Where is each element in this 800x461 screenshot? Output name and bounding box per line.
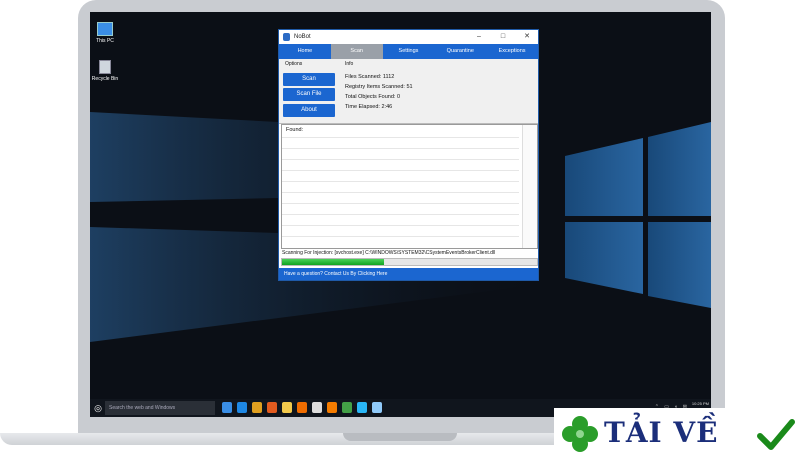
progress-fill <box>282 259 384 265</box>
taive-logo: TẢI VỀ <box>554 408 800 461</box>
scan-panel: Options Info Scan Scan File About Files … <box>279 59 538 124</box>
clover-icon <box>562 416 598 452</box>
scan-status-text: Scanning For Injection: [svchost.exe] C:… <box>282 250 496 256</box>
task-view-icon[interactable] <box>222 402 232 413</box>
recycle-bin-icon <box>99 60 111 74</box>
desktop-icon-label: This PC <box>96 38 114 44</box>
maximize-button[interactable]: □ <box>492 30 514 44</box>
vlc-icon[interactable] <box>327 402 337 413</box>
tab-bar: Home Scan Settings Quarantine Exceptions <box>279 44 538 59</box>
desktop-screen: This PC Recycle Bin ◎ Search the web and… <box>90 12 711 417</box>
spotify-icon[interactable] <box>342 402 352 413</box>
checkmark-icon <box>757 419 795 450</box>
file-explorer-icon[interactable] <box>282 402 292 413</box>
nobot-window: NoBot – □ ✕ Home Scan Settings Quarantin… <box>278 29 539 281</box>
desktop-icon-recycle-bin[interactable]: Recycle Bin <box>90 60 120 82</box>
close-button[interactable]: ✕ <box>516 30 538 44</box>
contact-link[interactable]: Have a question? Contact Us By Clicking … <box>279 268 538 280</box>
scan-button[interactable]: Scan <box>283 73 335 86</box>
taskbar-search-input[interactable]: Search the web and Windows <box>105 401 215 415</box>
tab-settings[interactable]: Settings <box>383 44 435 59</box>
logo-text: TẢI VỀ <box>604 416 719 449</box>
tab-exceptions[interactable]: Exceptions <box>486 44 538 59</box>
time-elapsed: Time Elapsed: 2:46 <box>345 104 393 110</box>
info-label: Info <box>345 61 354 67</box>
tab-home[interactable]: Home <box>279 44 331 59</box>
tab-scan[interactable]: Scan <box>330 44 383 59</box>
tab-quarantine[interactable]: Quarantine <box>434 44 486 59</box>
files-scanned: Files Scanned: 1112 <box>345 74 395 80</box>
app-icon[interactable] <box>297 402 307 413</box>
options-label: Options <box>285 61 303 67</box>
nobot-logo-icon <box>283 33 290 41</box>
total-objects-found: Total Objects Found: 0 <box>345 94 401 100</box>
title-bar[interactable]: NoBot – □ ✕ <box>279 30 538 44</box>
registry-items-scanned: Registry Items Scanned: 51 <box>345 84 413 90</box>
scan-progress-bar <box>281 258 538 266</box>
nobot-taskbar-icon[interactable] <box>357 402 367 413</box>
laptop-notch <box>343 433 457 441</box>
window-title: NoBot <box>294 34 311 40</box>
scrollbar[interactable] <box>522 125 537 248</box>
app-icon[interactable] <box>372 402 382 413</box>
found-list[interactable]: Found: <box>281 124 538 249</box>
desktop-icon-label: Recycle Bin <box>91 76 119 82</box>
minimize-button[interactable]: – <box>468 30 490 44</box>
desktop-icon-this-pc[interactable]: This PC <box>90 22 120 44</box>
monitor-icon <box>97 22 113 36</box>
start-button[interactable]: ◎ <box>92 402 104 414</box>
edge-icon[interactable] <box>237 402 247 413</box>
store-icon[interactable] <box>312 402 322 413</box>
found-label: Found: <box>286 127 304 133</box>
chrome-icon[interactable] <box>252 402 262 413</box>
firefox-icon[interactable] <box>267 402 277 413</box>
scan-file-button[interactable]: Scan File <box>283 88 335 101</box>
about-button[interactable]: About <box>283 104 335 117</box>
